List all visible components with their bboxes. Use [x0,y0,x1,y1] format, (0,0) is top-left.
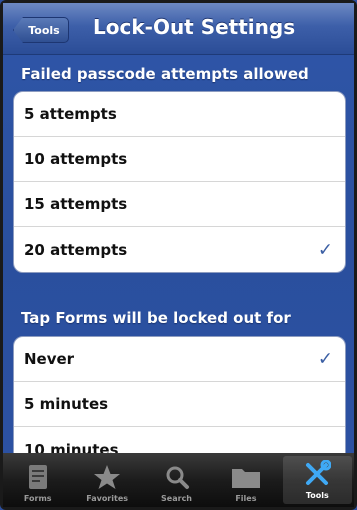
section-header-lockout: Tap Forms will be locked out for [21,309,291,327]
option-5-attempts[interactable]: 5 attempts [14,92,345,137]
page-title: Lock-Out Settings [93,15,296,39]
option-15-attempts[interactable]: 15 attempts [14,182,345,227]
tab-bar: Forms Favorites Search Files Tools [3,453,354,507]
tab-label: Favorites [86,494,129,503]
navigation-bar: Tools Lock-Out Settings [3,3,354,55]
tab-forms[interactable]: Forms [3,453,72,507]
option-label: Never [24,350,75,368]
tab-tools[interactable]: Tools [282,456,353,504]
checkmark-icon: ✓ [317,348,333,370]
option-label: 5 attempts [24,105,117,123]
tab-favorites[interactable]: Favorites [72,453,141,507]
back-button-tools[interactable]: Tools [13,17,69,43]
folder-icon [231,463,261,491]
tab-label: Forms [23,494,52,503]
tab-search[interactable]: Search [142,453,211,507]
screen: Tools Lock-Out Settings Failed passcode … [3,3,354,507]
option-label: 5 minutes [24,395,109,413]
attempts-options-group: 5 attempts 10 attempts 15 attempts 20 at… [13,91,346,273]
tab-label: Search [161,494,192,503]
option-5-minutes[interactable]: 5 minutes [14,382,345,427]
option-20-attempts[interactable]: 20 attempts ✓ [14,227,345,272]
search-icon [162,463,192,491]
option-label: 20 attempts [24,240,128,259]
forms-icon [23,463,53,491]
device-frame: Tools Lock-Out Settings Failed passcode … [0,0,357,510]
option-label: 15 attempts [24,195,128,213]
checkmark-icon: ✓ [317,239,333,260]
tab-label: Tools [305,491,329,500]
option-10-attempts[interactable]: 10 attempts [14,137,345,182]
star-icon [92,463,122,491]
section-header-attempts: Failed passcode attempts allowed [21,65,309,83]
tools-icon [302,460,332,488]
option-label: 10 attempts [24,150,128,168]
option-never[interactable]: Never ✓ [14,337,345,382]
tab-label: Files [235,494,257,503]
tab-files[interactable]: Files [211,453,280,507]
